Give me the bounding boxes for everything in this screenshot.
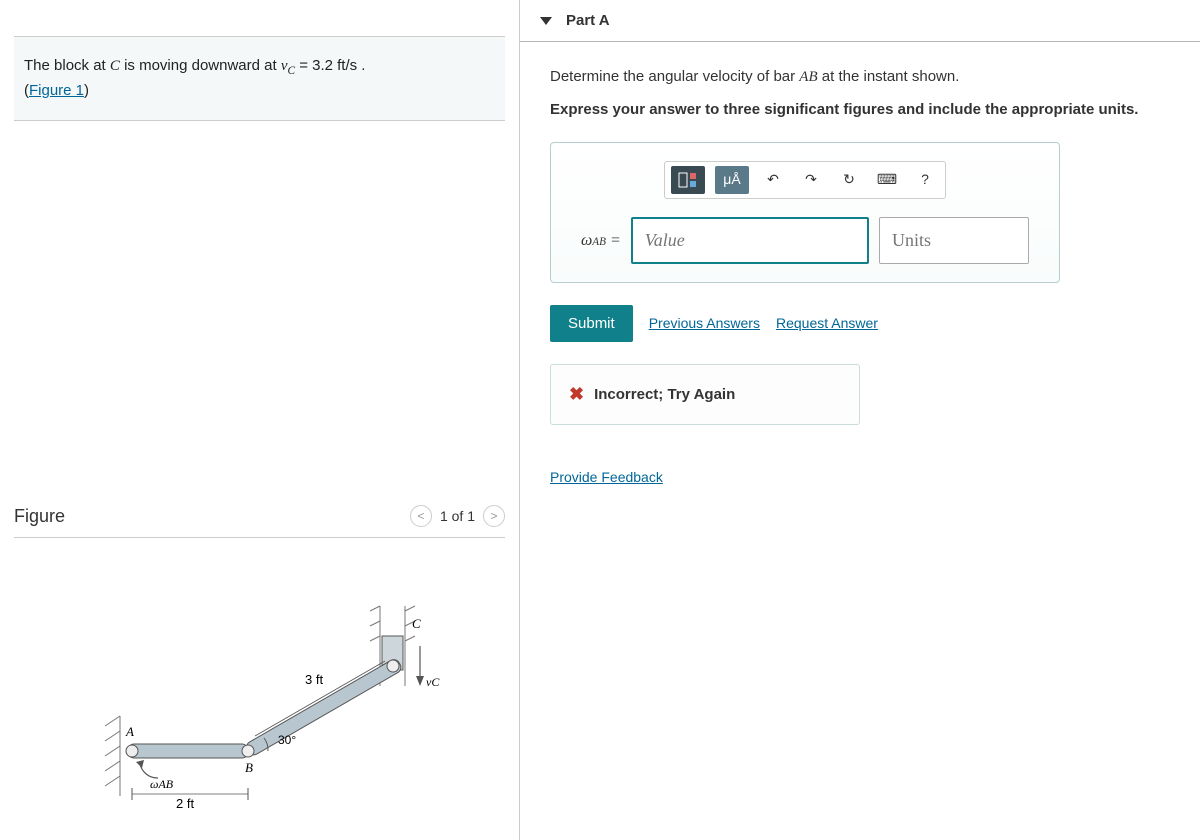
part-title: Part A: [566, 12, 610, 29]
label-a: A: [125, 724, 134, 739]
label-angle: 30°: [278, 733, 296, 747]
figure-link[interactable]: Figure 1: [29, 82, 84, 99]
instruction-line: Determine the angular velocity of bar AB…: [550, 64, 1170, 91]
problem-text-mid: is moving downward at: [124, 57, 281, 74]
help-button[interactable]: ?: [911, 166, 939, 194]
collapse-icon[interactable]: [540, 17, 552, 25]
answer-label: ωAB =: [581, 217, 631, 264]
units-input[interactable]: [879, 217, 1029, 264]
formula-toolbar: μÅ ↶ ↷ ↻ ⌨ ?: [664, 161, 946, 199]
value-input[interactable]: [631, 217, 869, 264]
label-b: B: [245, 760, 253, 775]
pager-text: 1 of 1: [440, 508, 475, 524]
var-v: v: [281, 58, 288, 74]
redo-button[interactable]: ↷: [797, 166, 825, 194]
feedback-box: ✖ Incorrect; Try Again: [550, 364, 860, 425]
keyboard-button[interactable]: ⌨: [873, 166, 901, 194]
figure-title: Figure: [14, 506, 410, 527]
previous-answers-link[interactable]: Previous Answers: [649, 312, 760, 336]
incorrect-icon: ✖: [569, 379, 584, 410]
submit-button[interactable]: Submit: [550, 305, 633, 342]
label-2ft: 2 ft: [176, 796, 194, 811]
problem-text: The block at: [24, 57, 110, 74]
problem-eq: = 3.2 ft/s .: [299, 57, 365, 74]
pager-next-button[interactable]: >: [483, 505, 505, 527]
pager-prev-button[interactable]: <: [410, 505, 432, 527]
figure-diagram: A B C 3 ft 2 ft 30°: [14, 556, 505, 826]
instr-pre: Determine the angular velocity of bar: [550, 68, 799, 85]
instruction-bold: Express your answer to three significant…: [550, 97, 1170, 123]
template-button[interactable]: [671, 166, 705, 194]
request-answer-link[interactable]: Request Answer: [776, 312, 878, 336]
answer-box: μÅ ↶ ↷ ↻ ⌨ ? ωAB =: [550, 142, 1060, 283]
label-vc: vC: [426, 675, 440, 689]
problem-statement: The block at C is moving downward at vC …: [14, 36, 505, 121]
label-3ft: 3 ft: [305, 672, 323, 687]
instr-bar: AB: [799, 69, 817, 85]
instr-post: at the instant shown.: [822, 68, 960, 85]
feedback-text: Incorrect; Try Again: [594, 382, 735, 408]
undo-button[interactable]: ↶: [759, 166, 787, 194]
reset-button[interactable]: ↻: [835, 166, 863, 194]
var-c: C: [110, 58, 120, 74]
label-c: C: [412, 616, 421, 631]
sub-c: C: [288, 65, 296, 77]
label-wab: ωAB: [150, 777, 174, 791]
special-chars-button[interactable]: μÅ: [715, 166, 749, 194]
provide-feedback-link[interactable]: Provide Feedback: [550, 469, 663, 485]
